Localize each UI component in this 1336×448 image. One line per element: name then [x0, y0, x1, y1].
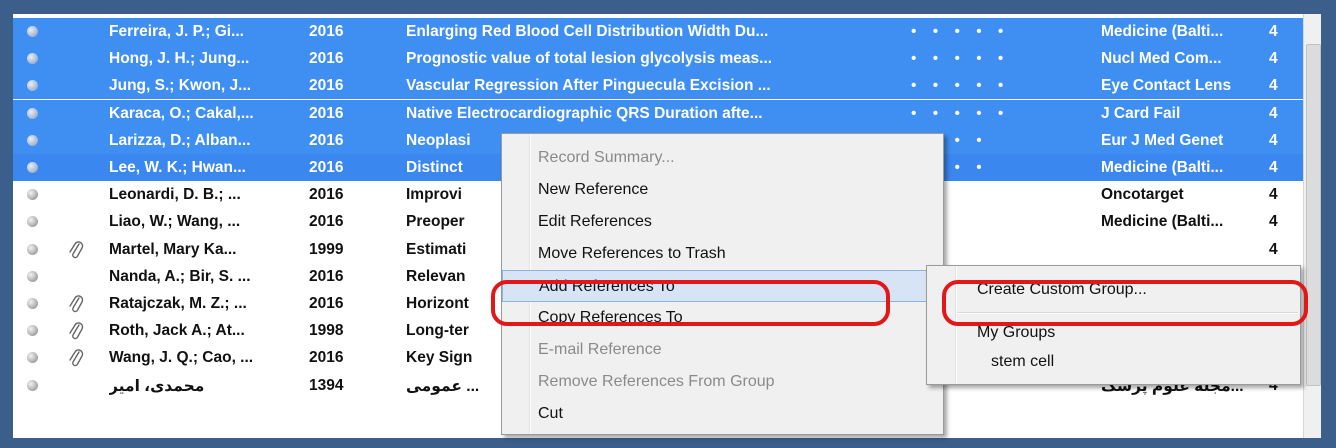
year-cell: 2016: [309, 186, 344, 204]
rating-num-cell: 4: [1269, 159, 1278, 176]
journal-cell: Eur J Med Genet: [1101, 131, 1224, 149]
journal-cell: J Card Fail: [1101, 104, 1181, 122]
read-status-icon[interactable]: [27, 270, 38, 282]
read-status-icon[interactable]: [27, 243, 38, 255]
menu-item-edit-references[interactable]: Edit References: [502, 206, 943, 238]
year-cell: 1998: [309, 322, 344, 340]
journal-cell: Medicine (Balti...: [1101, 23, 1224, 40]
journal-cell: Nucl Med Com...: [1101, 50, 1222, 68]
author-cell: Lee, W. K.; Hwan...: [109, 159, 246, 176]
read-status-icon[interactable]: [27, 26, 38, 37]
menu-item-move-references-to-trash[interactable]: Move References to Trash: [502, 238, 943, 270]
rating-cell: • • • • •: [911, 104, 1010, 122]
rating-num-cell: 4: [1269, 104, 1278, 122]
year-cell: 2016: [309, 159, 344, 176]
author-cell: Nanda, A.; Bir, S. ...: [109, 267, 251, 285]
table-row[interactable]: Karaca, O.; Cakal,... 2016 Native Electroc…: [13, 99, 1303, 127]
my-groups-label: My Groups: [977, 324, 1056, 341]
author-cell: محمدی، امیر: [109, 377, 205, 395]
read-status-icon[interactable]: [27, 298, 38, 309]
menu-item-new-reference[interactable]: New Reference: [502, 174, 943, 206]
menu-item-label: E-mail Reference: [538, 341, 662, 358]
read-status-icon[interactable]: [27, 80, 38, 92]
year-cell: 1394: [309, 376, 344, 394]
rating-num-cell: 4: [1269, 186, 1278, 204]
table-row[interactable]: Jung, S.; Kwon, J... 2016 Vascular Regress…: [13, 72, 1303, 100]
menu-item-cut[interactable]: Cut: [502, 398, 943, 430]
menu-item-label: Record Summary...: [538, 149, 675, 166]
annotation-create-custom-group: [942, 280, 1308, 326]
vertical-scrollbar[interactable]: [1303, 14, 1321, 438]
menu-item-label: Edit References: [538, 213, 652, 230]
year-cell: 1999: [309, 240, 344, 258]
title-cell: Native Electrocardiographic QRS Duration…: [406, 104, 763, 122]
group-item-stem-cell-label: stem cell: [991, 353, 1055, 370]
paperclip-icon: [69, 240, 84, 258]
paperclip-icon: [69, 295, 84, 313]
author-cell: Hong, J. H.; Jung...: [109, 50, 250, 68]
journal-cell: Eye Contact Lens: [1101, 77, 1232, 95]
author-cell: Roth, Jack A.; At...: [109, 322, 245, 340]
year-cell: 2016: [309, 267, 344, 285]
year-cell: 2016: [309, 50, 344, 68]
journal-cell: Medicine (Balti...: [1101, 159, 1224, 176]
menu-item-label: Remove References From Group: [538, 373, 775, 390]
year-cell: 2016: [309, 77, 344, 95]
rating-cell: • • • • •: [911, 23, 1010, 40]
year-cell: 2016: [309, 349, 344, 367]
author-cell: Liao, W.; Wang, ...: [109, 213, 241, 231]
author-cell: Leonardi, D. B.; ...: [109, 186, 241, 204]
scrollbar-thumb[interactable]: [1306, 44, 1321, 386]
rating-num-cell: 4: [1269, 131, 1278, 149]
author-cell: Larizza, D.; Alban...: [109, 131, 251, 149]
menu-item-remove-references-from-group: Remove References From Group: [502, 366, 943, 398]
year-cell: 2016: [309, 213, 344, 231]
read-status-icon[interactable]: [27, 352, 38, 364]
menu-item-label: Cut: [538, 405, 563, 422]
title-cell: Enlarging Red Blood Cell Distribution Wi…: [406, 23, 769, 40]
year-cell: 2016: [309, 104, 344, 122]
rating-cell: • • • • •: [911, 77, 1010, 95]
annotation-add-references-to: [491, 280, 890, 326]
rating-num-cell: 4: [1269, 240, 1278, 258]
author-cell: Ratajczak, M. Z.; ...: [109, 295, 247, 312]
year-cell: 2016: [309, 295, 344, 312]
paperclip-icon: [69, 349, 84, 367]
read-status-icon[interactable]: [27, 162, 38, 173]
read-status-icon[interactable]: [27, 216, 38, 228]
group-item-stem-cell[interactable]: stem cell: [927, 346, 1300, 378]
menu-item-e-mail-reference: E-mail Reference: [502, 334, 943, 366]
year-cell: 2016: [309, 131, 344, 149]
read-status-icon[interactable]: [27, 189, 38, 201]
read-status-icon[interactable]: [27, 325, 38, 337]
author-cell: Martel, Mary Ka...: [109, 240, 237, 258]
author-cell: Jung, S.; Kwon, J...: [109, 77, 252, 95]
rating-cell: • • • • •: [911, 50, 1010, 68]
read-status-icon[interactable]: [27, 53, 38, 65]
rating-num-cell: 4: [1269, 23, 1278, 40]
title-cell: Prognostic value of total lesion glycoly…: [406, 50, 773, 68]
paperclip-icon: [69, 322, 84, 340]
journal-cell: Oncotarget: [1101, 186, 1184, 204]
author-cell: Karaca, O.; Cakal,...: [109, 104, 254, 122]
menu-item-label: New Reference: [538, 181, 649, 198]
read-status-icon[interactable]: [27, 107, 38, 119]
journal-cell: Medicine (Balti...: [1101, 213, 1224, 231]
read-status-icon[interactable]: [27, 379, 38, 391]
table-row[interactable]: Hong, J. H.; Jung... 2016 Prognostic value…: [13, 45, 1303, 73]
read-status-icon[interactable]: [27, 134, 38, 146]
menu-item-record-summary: Record Summary...: [502, 142, 943, 174]
year-cell: 2016: [309, 23, 344, 40]
author-cell: Ferreira, J. P.; Gi...: [109, 23, 244, 40]
author-cell: Wang, J. Q.; Cao, ...: [109, 349, 254, 367]
rating-num-cell: 4: [1269, 50, 1278, 68]
menu-item-label: Move References to Trash: [538, 245, 726, 262]
title-cell: Vascular Regression After Pinguecula Exc…: [406, 77, 771, 95]
rating-num-cell: 4: [1269, 213, 1278, 231]
table-row[interactable]: Ferreira, J. P.; Gi... 2016 Enlarging Red …: [13, 18, 1303, 45]
rating-num-cell: 4: [1269, 77, 1278, 95]
